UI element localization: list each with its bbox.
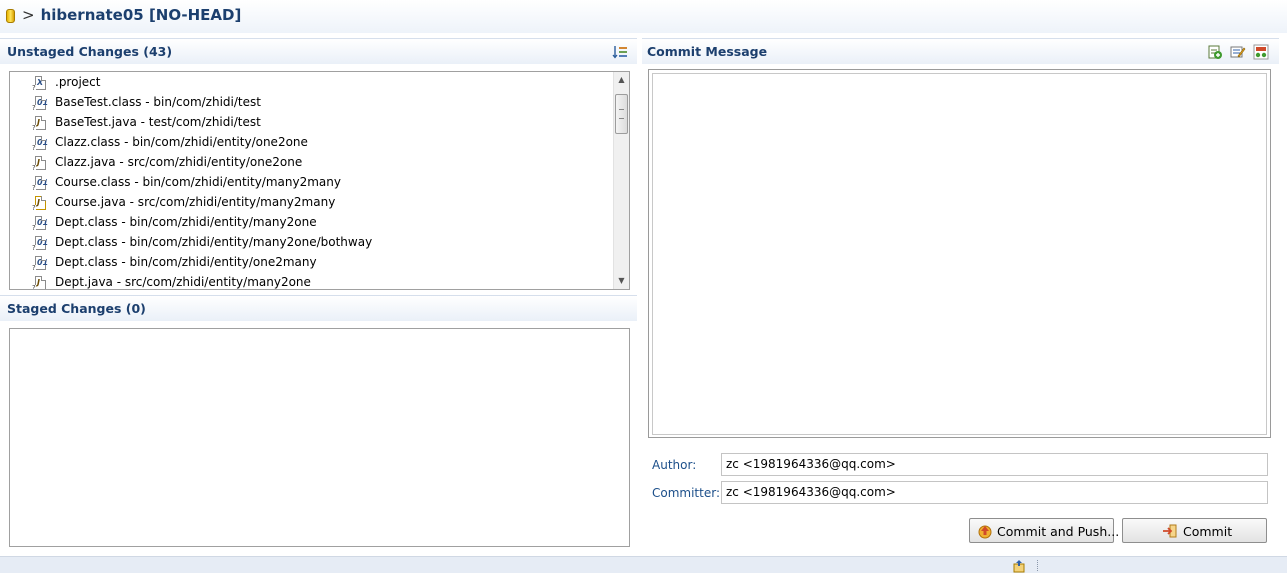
java-file-icon: J? [32,156,46,172]
list-item[interactable]: X? .project [10,73,614,93]
class-file-icon: 01? [32,256,49,272]
add-change-id-icon[interactable] [1253,44,1269,60]
scroll-down-arrow-icon[interactable]: ▼ [614,275,629,287]
unstaged-changes-header: Unstaged Changes (43) [0,38,637,64]
list-item[interactable]: J? Dept.java - src/com/zhidi/entity/many… [10,273,614,289]
title-bar: > hibernate05 [NO-HEAD] [0,0,1287,33]
unstaged-scrollbar[interactable]: ▲ ▼ [613,72,629,289]
repository-icon [6,9,15,23]
repository-title: > hibernate05 [NO-HEAD] [22,6,241,24]
file-label: Course.class - bin/com/zhidi/entity/many… [55,175,341,189]
file-label: Dept.java - src/com/zhidi/entity/many2on… [55,275,311,289]
java-file-icon: J? [32,276,46,289]
sort-icon[interactable] [612,44,628,60]
commit-message-title: Commit Message [647,44,768,59]
commit-message-area[interactable] [648,69,1271,438]
repository-label: hibernate05 [NO-HEAD] [40,6,242,24]
scroll-up-arrow-icon[interactable]: ▲ [614,74,629,86]
author-input[interactable]: zc <1981964336@qq.com> [721,453,1268,476]
status-separator [1037,560,1040,571]
commit-message-header: Commit Message [642,38,1279,64]
file-label: Dept.class - bin/com/zhidi/entity/many2o… [55,235,373,249]
file-label: Clazz.class - bin/com/zhidi/entity/one2o… [55,135,308,149]
add-signed-off-by-icon[interactable] [1207,44,1223,60]
author-label: Author: [652,458,697,472]
list-item[interactable]: 01? Course.class - bin/com/zhidi/entity/… [10,173,614,193]
file-label: BaseTest.java - test/com/zhidi/test [55,115,261,129]
file-label: Dept.class - bin/com/zhidi/entity/one2ma… [55,255,317,269]
commit-message-input[interactable] [652,73,1267,435]
unstaged-changes-title: Unstaged Changes (43) [7,44,173,59]
java-file-warning-icon: J? [32,196,46,212]
commit-icon [1163,524,1177,538]
list-item[interactable]: J? Course.java - src/com/zhidi/entity/ma… [10,193,614,213]
java-file-icon: J? [32,116,46,132]
list-item[interactable]: 01? Dept.class - bin/com/zhidi/entity/ma… [10,213,614,233]
scroll-thumb[interactable] [615,94,628,134]
file-label: Dept.class - bin/com/zhidi/entity/many2o… [55,215,317,229]
committer-input[interactable]: zc <1981964336@qq.com> [721,481,1268,504]
status-bar [0,556,1287,573]
list-item[interactable]: 01? Clazz.class - bin/com/zhidi/entity/o… [10,133,614,153]
class-file-icon: 01? [32,136,49,152]
file-label: Course.java - src/com/zhidi/entity/many2… [55,195,336,209]
commit-label: Commit [1183,524,1233,539]
amend-commit-icon[interactable] [1230,44,1246,60]
committer-label: Committer: [652,486,720,500]
commit-and-push-label: Commit and Push... [997,524,1120,539]
staged-changes-title: Staged Changes (0) [7,301,146,316]
class-file-icon: 01? [32,236,49,252]
unstaged-files-list[interactable]: X? .project 01? BaseTest.class - bin/com… [9,71,630,290]
class-file-icon: 01? [32,216,49,232]
class-file-icon: 01? [32,176,49,192]
staged-changes-header: Staged Changes (0) [0,295,637,321]
xml-file-icon: X? [32,76,46,92]
list-item[interactable]: 01? BaseTest.class - bin/com/zhidi/test [10,93,614,113]
file-label: BaseTest.class - bin/com/zhidi/test [55,95,261,109]
list-item[interactable]: J? BaseTest.java - test/com/zhidi/test [10,113,614,133]
staged-files-list[interactable] [9,328,630,547]
commit-and-push-button[interactable]: Commit and Push... [969,518,1119,543]
push-icon [978,525,992,539]
list-item[interactable]: J? Clazz.java - src/com/zhidi/entity/one… [10,153,614,173]
breadcrumb-chevron: > [22,6,35,24]
commit-button[interactable]: Commit [1122,518,1267,543]
list-item[interactable]: 01? Dept.class - bin/com/zhidi/entity/on… [10,253,614,273]
class-file-icon: 01? [32,96,49,112]
file-label: .project [55,75,101,89]
list-item[interactable]: 01? Dept.class - bin/com/zhidi/entity/ma… [10,233,614,253]
status-git-icon[interactable] [1011,559,1027,573]
file-label: Clazz.java - src/com/zhidi/entity/one2on… [55,155,303,169]
